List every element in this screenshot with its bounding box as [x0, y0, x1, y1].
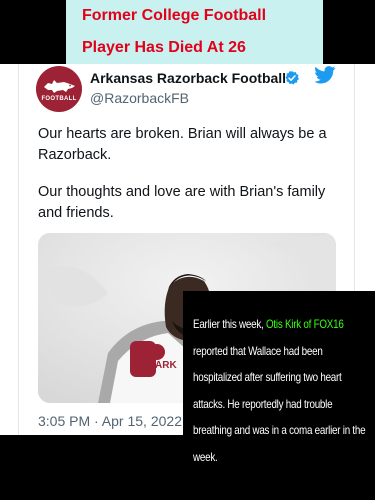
- account-handle[interactable]: @RazorbackFB: [90, 90, 189, 106]
- tweet-paragraph-2: Our thoughts and love are with Brian's f…: [38, 184, 326, 221]
- headline-text: Former College Football Player Has Died …: [82, 0, 266, 64]
- twitter-bird-icon[interactable]: [314, 66, 336, 84]
- black-bar-bottom: [0, 435, 183, 500]
- headline-line-1: Former College Football: [82, 7, 267, 24]
- tweet-timestamp[interactable]: 3:05 PM · Apr 15, 2022: [38, 413, 182, 429]
- tweet-paragraph-1: Our hearts are broken. Brian will always…: [38, 126, 327, 163]
- caption-text: Earlier this week, Otis Kirk of FOX16 re…: [193, 311, 373, 470]
- caption-part-2: reported that Wallace had been hospitali…: [193, 343, 366, 464]
- avatar-label: FOOTBALL: [41, 95, 77, 102]
- razorback-hog-icon: [44, 79, 75, 93]
- headline-banner: Former College Football Player Has Died …: [66, 0, 323, 64]
- black-bar-left: [0, 0, 66, 64]
- jersey-text: ARK: [155, 360, 177, 371]
- account-name[interactable]: Arkansas Razorback Football: [90, 70, 286, 86]
- black-bar-right: [323, 0, 375, 64]
- caption-part-1: Earlier this week,: [193, 317, 266, 331]
- avatar[interactable]: FOOTBALL: [36, 66, 82, 112]
- verified-badge-icon: [285, 71, 299, 85]
- headline-line-2: Player Has Died At 26: [82, 39, 246, 56]
- caption-highlight[interactable]: Otis Kirk of FOX16: [266, 317, 344, 331]
